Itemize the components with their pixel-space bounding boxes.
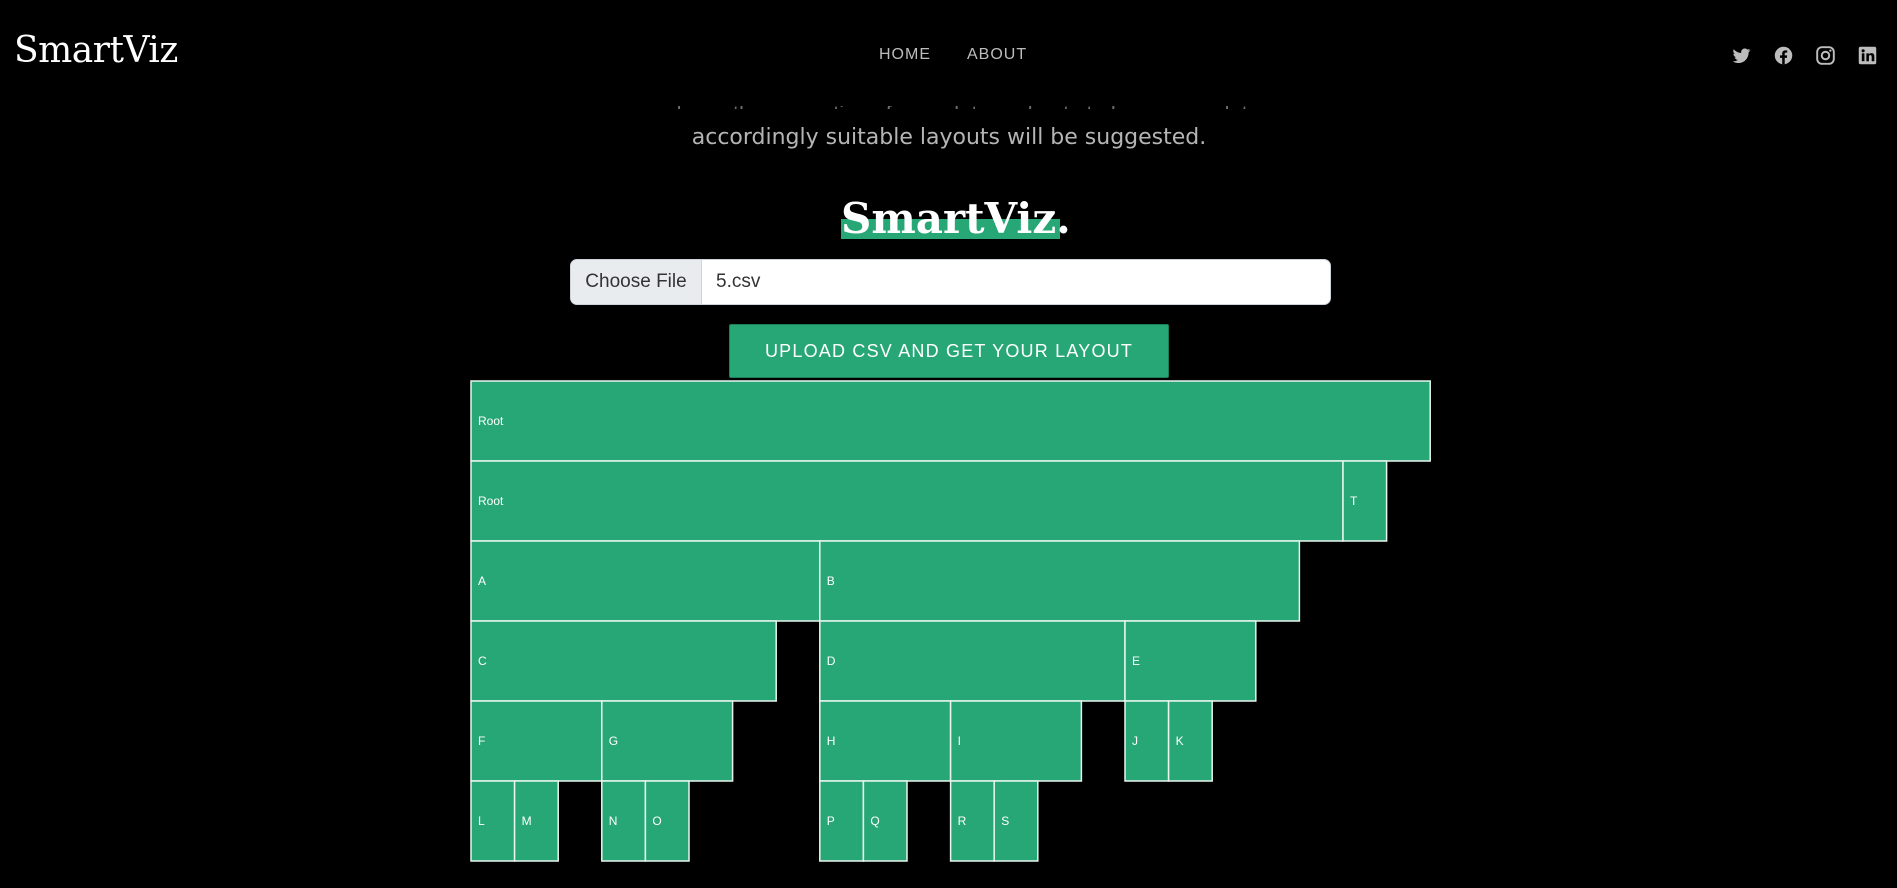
icicle-node-0-0-1-1[interactable]: E [1124,620,1257,702]
csv-file-input[interactable]: Choose File 5.csv [570,259,1331,305]
icicle-rect-0-0-1-0-1-0[interactable] [949,780,995,862]
icicle-node-0-0-0[interactable]: A [470,540,821,622]
brand-logo[interactable]: SmartViz [14,30,178,71]
icicle-rect-0-0[interactable] [470,460,1344,542]
icicle-rect-0-0-0-0-1-0[interactable] [601,780,647,862]
icicle-rect-0-1[interactable] [1342,460,1388,542]
icicle-node-0-0-1-0-1-1[interactable]: S [993,780,1039,862]
icicle-node-0-0-0-0-1[interactable]: G [601,700,734,782]
icicle-rect-0-0-1-0-1-1[interactable] [993,780,1039,862]
icicle-node-0-0[interactable]: Root [470,460,1344,542]
icicle-node-0-0-1-1-1[interactable]: K [1167,700,1213,782]
icicle-rect-0-0-1-0[interactable] [819,620,1126,702]
icicle-node-0[interactable]: Root [470,380,1431,462]
hero-title-block: SmartViz. [841,192,1071,246]
icicle-rect-0-0-0-0-1[interactable] [601,700,734,782]
icicle-rect-0-0-1-1-1[interactable] [1167,700,1213,782]
icicle-node-0-0-1-0-0-1[interactable]: Q [862,780,908,862]
twitter-icon[interactable] [1731,45,1752,66]
icicle-rect-0-0-1-0-1[interactable] [949,700,1083,782]
icicle-node-0-0-0-0-0-1[interactable]: M [513,780,559,862]
icicle-node-0-0-1-0-0[interactable]: H [819,700,952,782]
icicle-rect-0-0-0-0-0-0[interactable] [470,780,516,862]
icicle-rect-0-0-1-0-0[interactable] [819,700,952,782]
upload-csv-button[interactable]: UPLOAD CSV AND GET YOUR LAYOUT [729,324,1169,378]
choose-file-button[interactable]: Choose File [571,260,702,304]
icicle-rect-0-0-1-0-0-1[interactable] [862,780,908,862]
icicle-rect-0-0-1-0-0-0[interactable] [819,780,865,862]
icicle-rect-0-0-1-1-0[interactable] [1124,700,1170,782]
icicle-node-0-0-0-0-1-0[interactable]: N [601,780,647,862]
icicle-rect-0-0-0-0-0-1[interactable] [513,780,559,862]
social-links [1731,45,1878,66]
icicle-node-0-0-1-0-1-0[interactable]: R [949,780,995,862]
facebook-icon[interactable] [1773,45,1794,66]
intro-text: accordingly suitable layouts will be sug… [691,125,1207,150]
nav-links: HOME ABOUT [879,46,1027,64]
icicle-rect-0[interactable] [470,380,1431,462]
icicle-rect-0-0-0[interactable] [470,540,821,622]
icicle-node-0-0-1-0[interactable]: D [819,620,1126,702]
linkedin-icon[interactable] [1857,45,1878,66]
nav-about-link[interactable]: ABOUT [967,46,1027,64]
icicle-rect-0-0-1[interactable] [819,540,1301,622]
icicle-rect-0-0-0-0[interactable] [470,620,777,702]
icicle-node-0-0-0-0-0[interactable]: F [470,700,603,782]
instagram-icon[interactable] [1815,45,1836,66]
top-navbar: SmartViz HOME ABOUT [0,0,1897,106]
icicle-rect-0-0-0-0-0[interactable] [470,700,603,782]
icicle-node-0-1[interactable]: T [1342,460,1388,542]
selected-file-name: 5.csv [716,271,761,292]
icicle-node-0-0-1-0-0-0[interactable]: P [819,780,865,862]
icicle-rect-0-0-0-0-1-1[interactable] [644,780,690,862]
icicle-node-0-0-0-0[interactable]: C [470,620,777,702]
icicle-node-0-0-0-0-1-1[interactable]: O [644,780,690,862]
icicle-rect-0-0-1-1[interactable] [1124,620,1257,702]
icicle-node-0-0-0-0-0-0[interactable]: L [470,780,516,862]
nav-home-link[interactable]: HOME [879,46,931,64]
icicle-node-0-0-1-0-1[interactable]: I [949,700,1083,782]
icicle-node-0-0-1[interactable]: B [819,540,1301,622]
hero-title: SmartViz. [841,194,1071,243]
icicle-node-0-0-1-1-0[interactable]: J [1124,700,1170,782]
